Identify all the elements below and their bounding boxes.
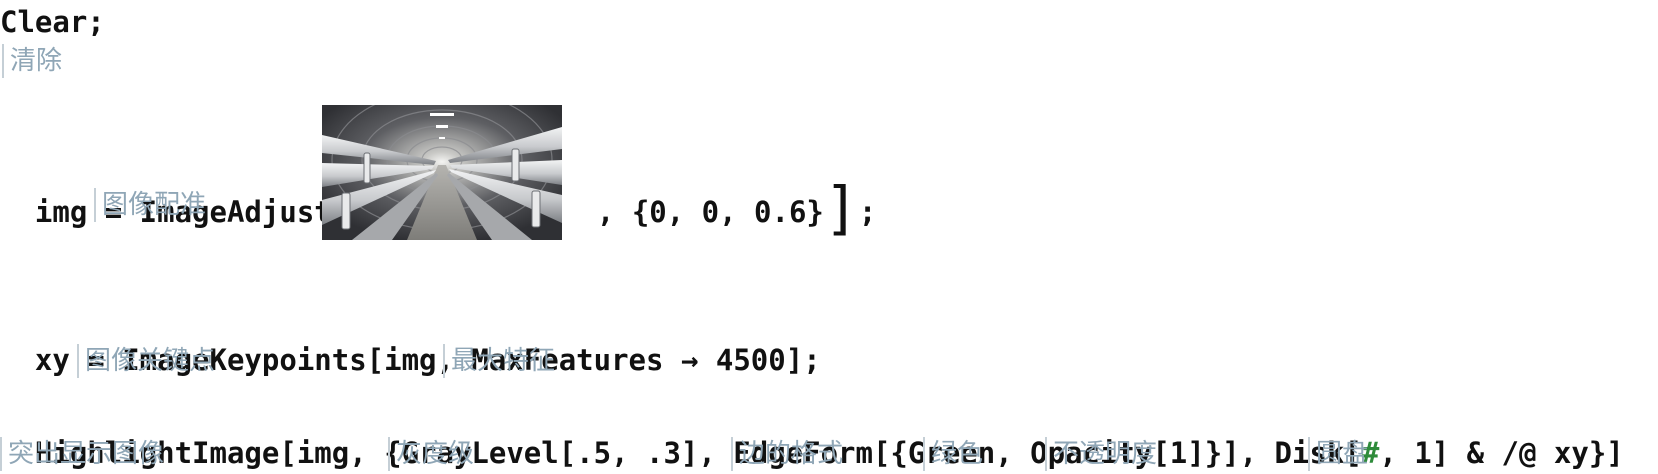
- code-line-clear[interactable]: Clear;: [0, 2, 105, 42]
- hint-image-adjust: 图像配准: [94, 188, 206, 222]
- highlight-part-2: , 1] & /@ xy}]: [1379, 436, 1624, 470]
- rule-arrow: →: [680, 343, 699, 377]
- hint-gray-level: 灰度级: [388, 437, 474, 471]
- hint-green: 绿色: [923, 437, 983, 471]
- highlight-part-1: HighlightImage[img, {GrayLevel[.5, .3], …: [34, 436, 1362, 470]
- hint-image-keypoints: 图像关键点: [77, 344, 215, 378]
- close-bracket: ]: [823, 174, 859, 242]
- tunnel-image[interactable]: [322, 89, 562, 240]
- code-line-image-adjust-tail[interactable]: , {0, 0, 0.6}];: [562, 148, 877, 237]
- image-adjust-terminator: ;: [858, 195, 877, 229]
- hint-edge-form: 边的格式: [731, 437, 843, 471]
- hint-disk: 圆盘: [1308, 437, 1368, 471]
- hint-clear: 清除: [2, 44, 62, 78]
- image-adjust-args: , {0, 0, 0.6}: [596, 195, 824, 229]
- hint-max-features: 最大特征: [443, 344, 555, 378]
- max-features-value: 4500];: [715, 343, 821, 377]
- tunnel-photo-icon: [322, 89, 562, 240]
- hint-opacity: 不透明度: [1045, 437, 1157, 471]
- hint-highlight-image: 突出显示图像: [0, 437, 164, 471]
